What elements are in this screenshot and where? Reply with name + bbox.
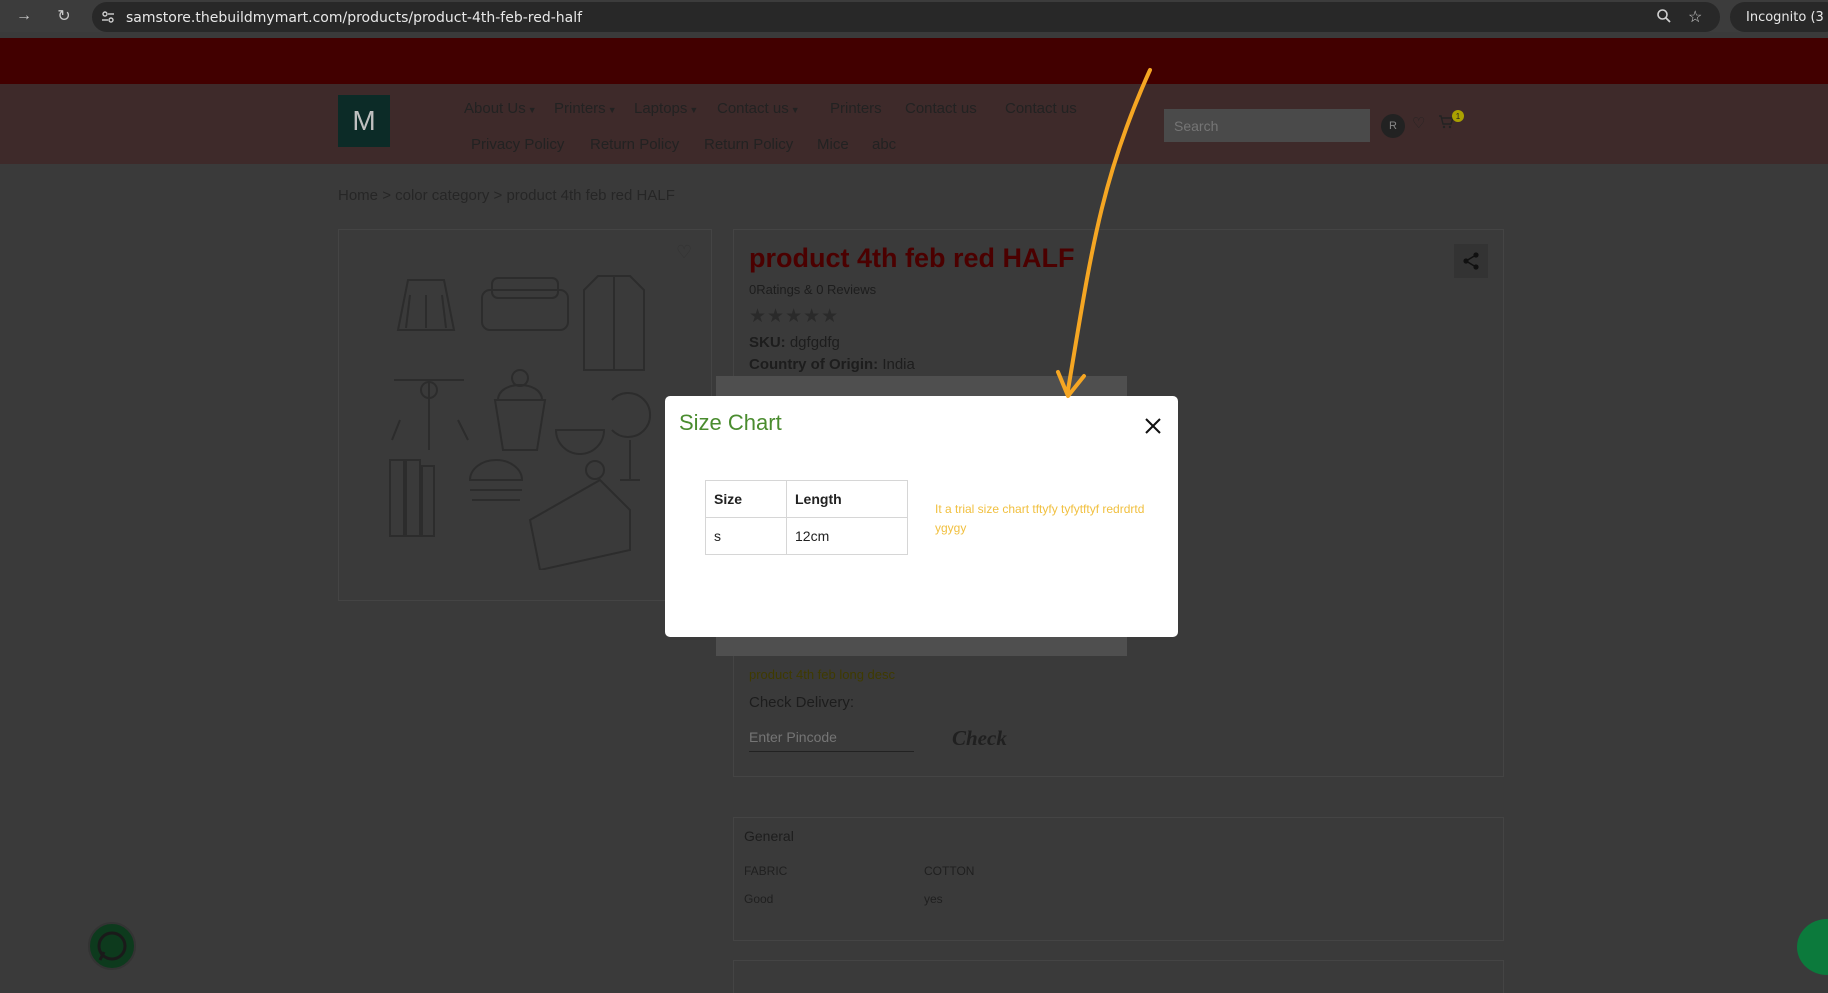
caret-down-icon: ▼: [527, 105, 537, 115]
arrow-right-icon[interactable]: →: [12, 4, 36, 28]
share-icon[interactable]: [1454, 244, 1488, 278]
spec-key: Good: [744, 892, 774, 906]
header-length: Length: [786, 480, 908, 518]
tune-icon[interactable]: [100, 9, 116, 25]
breadcrumb-home[interactable]: Home: [338, 187, 378, 204]
heart-icon[interactable]: ♡: [1412, 114, 1425, 132]
nav-printers[interactable]: Printers: [830, 100, 882, 117]
size-chart-table: Size Length s 12cm: [705, 480, 908, 555]
nav-abc[interactable]: abc: [872, 136, 896, 153]
table-header-row: Size Length: [705, 480, 908, 518]
long-description: product 4th feb long desc: [749, 667, 895, 682]
wishlist-heart-icon[interactable]: ♡: [676, 242, 692, 263]
breadcrumb-category[interactable]: color category: [395, 187, 489, 204]
spec-value: yes: [924, 892, 943, 906]
annotation-arrow-icon: [1056, 68, 1152, 398]
avatar[interactable]: R: [1381, 114, 1405, 138]
close-icon[interactable]: [1141, 414, 1165, 438]
modal-title: Size Chart: [679, 410, 782, 435]
cart-count-badge: 1: [1452, 110, 1464, 122]
caret-down-icon: ▼: [790, 105, 800, 115]
general-title: General: [744, 828, 794, 844]
magnifier-icon[interactable]: [1656, 8, 1672, 29]
nav-laptops[interactable]: Laptops ▼: [634, 100, 698, 117]
size-chart-modal: Size Chart Size Length s 12cm It a trial…: [665, 396, 1178, 637]
check-delivery-label: Check Delivery:: [749, 694, 855, 711]
caret-down-icon: ▼: [607, 105, 617, 115]
origin-line: Country of Origin: India: [749, 356, 915, 373]
spec-key: FABRIC: [744, 864, 788, 878]
nav-mice[interactable]: Mice: [817, 136, 849, 153]
sku-value: dgfgdfg: [789, 334, 840, 351]
ratings-summary[interactable]: 0Ratings & 0 Reviews: [749, 282, 876, 297]
url-text[interactable]: samstore.thebuildmymart.com/products/pro…: [126, 10, 582, 26]
product-title: product 4th feb red HALF: [749, 243, 1075, 273]
general-specs-panel: [733, 817, 1504, 941]
nav-return-policy-2[interactable]: Return Policy: [704, 136, 793, 153]
check-button[interactable]: Check: [952, 726, 1007, 751]
promo-bar: [0, 38, 1828, 84]
site-header: [0, 84, 1828, 164]
sku-label: SKU:: [749, 334, 786, 351]
nav-about-us[interactable]: About Us ▼: [464, 100, 537, 117]
incognito-indicator[interactable]: Incognito (3: [1730, 2, 1828, 32]
sku-line: SKU: dgfgdfg: [749, 334, 840, 351]
chat-widget-icon[interactable]: [1797, 919, 1828, 975]
breadcrumb: Home > color category > product 4th feb …: [338, 187, 675, 204]
star-icon[interactable]: ☆: [1688, 7, 1702, 27]
rating-stars: ★★★★★: [749, 306, 840, 327]
origin-label: Country of Origin:: [749, 356, 879, 373]
browser-toolbar: → ↻ samstore.thebuildmymart.com/products…: [0, 0, 1828, 32]
header-size: Size: [705, 480, 787, 518]
whatsapp-icon[interactable]: [88, 922, 136, 970]
nav-contact-us[interactable]: Contact us: [905, 100, 977, 117]
spec-value: COTTON: [924, 864, 975, 878]
nav-contact-dropdown[interactable]: Contact us ▼: [717, 100, 800, 117]
size-chart-note: It a trial size chart tftyfy tyfytftyf r…: [935, 502, 1145, 535]
nav-return-policy[interactable]: Return Policy: [590, 136, 679, 153]
nav-printers-dropdown[interactable]: Printers ▼: [554, 100, 617, 117]
cell-size: s: [705, 517, 787, 555]
breadcrumb-separator: >: [382, 187, 391, 204]
pincode-input[interactable]: [749, 722, 914, 752]
nav-privacy-policy[interactable]: Privacy Policy: [471, 136, 564, 153]
origin-value: India: [882, 356, 915, 373]
site-logo[interactable]: M: [338, 95, 390, 147]
reload-icon[interactable]: ↻: [52, 4, 76, 28]
reviews-panel: [733, 960, 1504, 993]
search-input[interactable]: [1164, 109, 1370, 142]
breadcrumb-separator: >: [493, 187, 503, 204]
breadcrumb-current: product 4th feb red HALF: [506, 187, 675, 204]
caret-down-icon: ▼: [689, 105, 699, 115]
table-row: s 12cm: [705, 517, 908, 555]
product-image: [389, 275, 652, 570]
cell-length: 12cm: [786, 517, 908, 555]
address-bar[interactable]: samstore.thebuildmymart.com/products/pro…: [92, 2, 1720, 32]
